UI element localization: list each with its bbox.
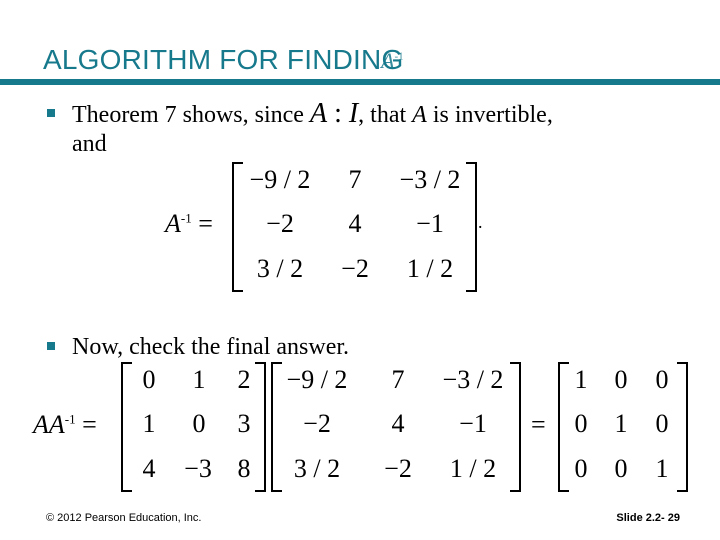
matrix-cell: 3 / 2 <box>256 254 304 283</box>
eq1-lhs-base: A <box>165 209 181 238</box>
matrix-cell: −1 <box>416 209 444 238</box>
eq2-lhs: AA-1 = <box>33 410 97 440</box>
matrix-cell: 7 <box>348 165 362 194</box>
bullet-1-suffix-1: , that <box>358 102 413 128</box>
bullet-1-suffix-2: is invertible, <box>426 102 553 128</box>
matrix-cell: 4 <box>142 454 156 483</box>
matrix-cell: 1 / 2 <box>406 254 454 283</box>
matrix-cell: 8 <box>237 454 251 483</box>
eq2-lhs-base: AA <box>33 410 65 439</box>
eq2-matrix-b: −9 / 2 7 −3 / 2 −2 4 −1 3 / 2 −2 1 / 2 <box>271 362 521 492</box>
matrix-cell: −2 <box>341 254 369 283</box>
title-overlap-base: A <box>381 48 395 73</box>
matrix-cell: 1 <box>192 365 206 394</box>
title-underline <box>0 79 720 85</box>
matrix-cell: 0 <box>574 409 588 438</box>
matrix-cell: 0 <box>655 365 669 394</box>
bullet-1-suffix-A: A <box>412 102 427 128</box>
matrix-cell: −1 <box>459 409 487 438</box>
title-overlap-math: A-1 <box>381 48 404 74</box>
matrix-cell: −3 / 2 <box>399 165 461 194</box>
bullet-1-math-sep: : <box>327 98 349 129</box>
eq1-matrix: −9 / 2 7 −3 / 2 −2 4 −1 3 / 2 −2 1 / 2 <box>232 162 477 292</box>
matrix-cell: 3 / 2 <box>293 454 341 483</box>
bullet-1-math-A: A <box>309 98 328 129</box>
bullet-1-prefix: Theorem 7 shows, since <box>72 102 310 128</box>
matrix-cell: 7 <box>391 365 405 394</box>
matrix-cell: −2 <box>266 209 294 238</box>
eq2-matrix-a: 0 1 2 1 0 3 4 −3 8 <box>121 362 266 492</box>
eq1-equals: = <box>198 209 213 238</box>
matrix-cell: 1 / 2 <box>449 454 497 483</box>
matrix-cell: 4 <box>391 409 405 438</box>
matrix-cell: 1 <box>142 409 156 438</box>
matrix-cell: 1 <box>574 365 588 394</box>
eq1-trailing-period: . <box>478 212 483 232</box>
matrix-cell: 3 <box>237 409 251 438</box>
bullet-marker-1 <box>47 109 55 117</box>
bullet-marker-2 <box>47 342 55 350</box>
eq2-lhs-sup: -1 <box>64 411 76 427</box>
matrix-cell: −2 <box>384 454 412 483</box>
title-overlap-sup: -1 <box>394 50 404 63</box>
matrix-cell: 4 <box>348 209 362 238</box>
matrix-cell: 0 <box>655 409 669 438</box>
matrix-cell: −3 / 2 <box>442 365 504 394</box>
eq2-matrix-identity: 1 0 0 0 1 0 0 0 1 <box>558 362 688 492</box>
bullet-1-math-I: I <box>348 98 359 129</box>
footer-slide-number: Slide 2.2- 29 <box>616 512 680 524</box>
slide-title: ALGORITHM FOR FINDING <box>43 44 404 75</box>
eq2-equals-2: = <box>531 410 546 439</box>
eq2-equals-1: = <box>82 410 97 439</box>
matrix-cell: −2 <box>303 409 331 438</box>
eq1-lhs-sup: -1 <box>180 210 192 226</box>
matrix-cell: 1 <box>614 409 628 438</box>
matrix-cell: 1 <box>655 454 669 483</box>
matrix-cell: 0 <box>142 365 156 394</box>
bullet-2-text: Now, check the final answer. <box>72 334 350 360</box>
bullet-1-line-1: Theorem 7 shows, since A : I, that A is … <box>72 100 553 129</box>
bullet-1-line-2: and <box>72 131 107 157</box>
matrix-cell: 2 <box>237 365 251 394</box>
matrix-cell: −9 / 2 <box>249 165 311 194</box>
footer-copyright: © 2012 Pearson Education, Inc. <box>46 512 202 524</box>
matrix-cell: 0 <box>614 365 628 394</box>
matrix-cell: 0 <box>192 409 206 438</box>
matrix-cell: 0 <box>574 454 588 483</box>
matrix-cell: −9 / 2 <box>286 365 348 394</box>
matrix-cell: −3 <box>184 454 212 483</box>
matrix-cell: 0 <box>614 454 628 483</box>
eq1-lhs: A-1 = <box>165 209 213 239</box>
